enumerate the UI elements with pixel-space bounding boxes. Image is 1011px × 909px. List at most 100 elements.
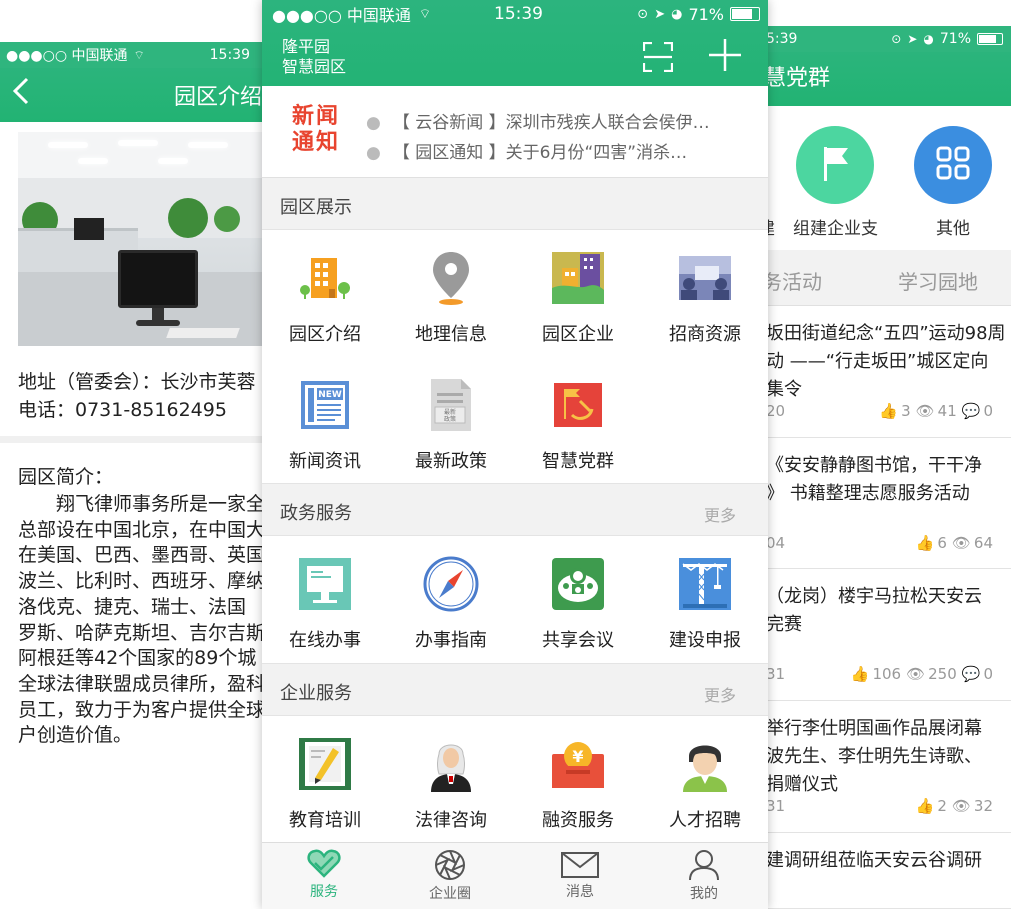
phone-text[interactable]: 电话：0731-85162495	[18, 396, 256, 424]
service-item[interactable]: 地理信息	[388, 248, 514, 346]
like-count: 3	[901, 402, 911, 420]
thumbs-up-icon[interactable]: 👍	[879, 402, 898, 420]
other-button[interactable]	[914, 126, 992, 204]
news-text: 【 云谷新闻 】深圳市残疾人联合会侯伊…	[392, 113, 710, 133]
service-item[interactable]: 最新 政策 最新政策	[388, 375, 514, 473]
service-label: 法律咨询	[415, 810, 487, 831]
bottom-tab-bar: 服务 企业圈 消息 我的	[262, 842, 768, 909]
carrier-text: ●●●○○ 中国联通	[272, 6, 411, 25]
tab-heart[interactable]: 服务	[274, 849, 374, 901]
status-bar: ●●●○○ 中国联通 ⌔ 15:39	[0, 42, 262, 68]
service-item[interactable]: 园区企业	[515, 248, 641, 346]
section-title: 政务服务	[280, 503, 352, 524]
service-item[interactable]: 在线办事	[262, 554, 388, 652]
news-card[interactable]: 《安安静静图书馆，干干净》 书籍整理志愿服务活动 04 👍 6 👁 64	[748, 438, 1011, 569]
service-label: 园区介绍	[289, 324, 361, 345]
heart-icon	[274, 849, 374, 879]
intro-title: 园区简介：	[18, 466, 114, 488]
section-title: 园区展示	[280, 197, 352, 218]
news-logo-line1: 新闻	[292, 104, 341, 129]
mail-icon	[530, 849, 630, 879]
tab-bar: 务活动 学习园地	[748, 250, 1011, 306]
more-link[interactable]: 更多	[704, 682, 736, 706]
more-link[interactable]: 更多	[704, 502, 736, 526]
park-name-line1: 隆平园	[282, 37, 331, 56]
service-item[interactable]: 共享会议	[515, 554, 641, 652]
lock-rotation-icon: ⊙	[637, 6, 649, 22]
news-title-line: 举行李仕明国画作品展闭幕	[766, 718, 982, 739]
tab-label: 企业圈	[429, 886, 471, 902]
news-date: 31	[766, 665, 786, 683]
news-card[interactable]: 举行李仕明国画作品展闭幕 波先生、李仕明先生诗歌、 捐赠仪式 31 👍 2 👁 32	[748, 701, 1011, 833]
news-title-line: 《安安静静图书馆，干干净	[766, 455, 982, 476]
thumbs-up-icon[interactable]: 👍	[851, 665, 870, 683]
section-header: 政务服务 更多	[262, 484, 768, 536]
thumbs-up-icon[interactable]: 👍	[916, 534, 935, 552]
compass-icon	[421, 554, 481, 614]
scan-icon[interactable]	[642, 41, 674, 76]
eye-icon: 👁	[906, 665, 926, 683]
intro-line: 总部设在中国北京，在中国大	[18, 518, 262, 541]
service-item[interactable]: NEW 新闻资讯	[262, 375, 388, 473]
service-item[interactable]: 人才招聘	[642, 734, 768, 832]
build-branch-label: 组建企业支	[793, 219, 878, 239]
like-count: 2	[937, 797, 947, 815]
service-item[interactable]: 园区介绍	[262, 248, 388, 346]
pencil-board-icon	[295, 734, 355, 794]
park-name-line2: 智慧园区	[282, 57, 347, 76]
back-icon[interactable]	[0, 68, 42, 122]
news-ticker: 新闻 通知 ● 【 云谷新闻 】深圳市残疾人联合会侯伊… ● 【 园区通知 】关于6…	[262, 86, 768, 178]
tab-study-garden[interactable]: 学习园地	[898, 266, 978, 295]
intro-line: 波兰、比利时、西班牙、摩纳	[18, 570, 262, 593]
eye-icon: 👁	[915, 402, 935, 420]
carrier-text: ●●●○○ 中国联通	[6, 48, 128, 64]
service-label: 招商资源	[669, 324, 741, 345]
view-count: 32	[973, 797, 993, 815]
news-item-cloud-valley[interactable]: ● 【 云谷新闻 】深圳市残疾人联合会侯伊…	[366, 108, 710, 133]
like-count: 106	[872, 665, 902, 683]
service-item[interactable]: 教育培训	[262, 734, 388, 832]
news-card[interactable]: 坂田街道纪念“五四”运动98周动 ——“行走坂田”城区定向 集令 20 👍 3 👁 41 💬 0	[748, 306, 1011, 438]
news-title-line: （龙岗）楼宇马拉松天安云	[766, 586, 982, 607]
location-icon: ➤	[654, 6, 666, 22]
comment-icon[interactable]: 💬	[962, 402, 981, 420]
service-label: 共享会议	[542, 630, 614, 651]
tab-mail[interactable]: 消息	[530, 849, 630, 901]
thumbs-up-icon[interactable]: 👍	[916, 797, 935, 815]
svg-text:政策: 政策	[444, 415, 456, 423]
service-item[interactable]: 办事指南	[388, 554, 514, 652]
status-bar: 5:39 ⊙ ➤ ◕ 71%	[748, 26, 1011, 52]
nav-bar: 园区介绍	[0, 68, 262, 122]
tab-aperture[interactable]: 企业圈	[400, 849, 500, 903]
city-icon	[548, 248, 608, 308]
news-logo-line2: 通知	[292, 130, 341, 155]
news-card[interactable]: 建调研组莅临天安云谷调研	[748, 833, 1011, 909]
news-logo: 新闻 通知	[292, 104, 346, 156]
service-item[interactable]: ¥ 融资服务	[515, 734, 641, 832]
location-icon: ➤	[907, 32, 918, 46]
service-item[interactable]: 智慧党群	[515, 375, 641, 473]
center-screen: ●●●○○ 中国联通 ⌔ 15:39 ⊙ ➤ ◕ 71% 隆平园 智慧园区 新闻…	[262, 0, 768, 909]
section-header: 企业服务 更多	[262, 664, 768, 716]
news-item-park-notice[interactable]: ● 【 园区通知 】关于6月份“四害”消杀…	[366, 138, 687, 163]
status-time: 5:39	[766, 31, 798, 47]
money-wallet-icon: ¥	[548, 734, 608, 794]
park-selector[interactable]: 隆平园 智慧园区	[282, 37, 346, 77]
intro-line: 在美国、巴西、墨西哥、英国	[18, 544, 262, 567]
tab-label: 消息	[566, 884, 594, 900]
comment-icon[interactable]: 💬	[962, 665, 981, 683]
tab-party-activity[interactable]: 务活动	[762, 266, 822, 295]
service-item[interactable]: 招商资源	[642, 248, 768, 346]
wifi-icon: ⌔	[133, 47, 145, 62]
build-branch-button[interactable]	[796, 126, 874, 204]
service-item[interactable]: 建设申报	[642, 554, 768, 652]
service-item[interactable]: 法律咨询	[388, 734, 514, 832]
divider	[0, 436, 262, 443]
service-label: 智慧党群	[542, 451, 614, 472]
section-header: 园区展示	[262, 178, 768, 230]
news-card[interactable]: （龙岗）楼宇马拉松天安云 完赛 31 👍 106 👁 250 💬 0	[748, 569, 1011, 701]
news-stats: 👍 6 👁 64	[916, 534, 993, 552]
add-icon[interactable]	[708, 38, 742, 76]
service-label: 地理信息	[415, 324, 487, 345]
tab-user[interactable]: 我的	[654, 849, 754, 903]
